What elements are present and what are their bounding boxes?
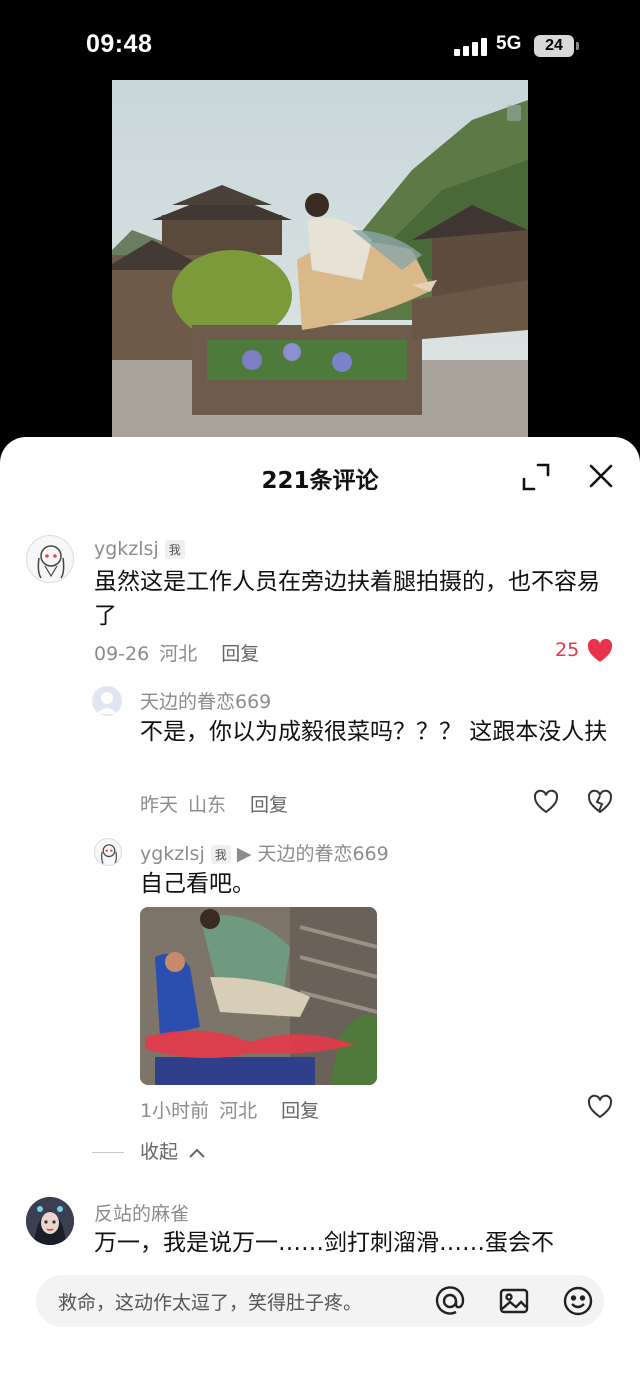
reply-username: ygkzlsj xyxy=(140,843,205,865)
status-time: 09:48 xyxy=(86,30,153,58)
reply-location: 河北 xyxy=(219,1100,258,1122)
avatar-portrait-icon xyxy=(26,1197,74,1245)
reply-attached-image[interactable] xyxy=(140,907,377,1085)
me-tag: 我 xyxy=(164,540,185,559)
reply-username[interactable]: 天边的眷恋669 xyxy=(140,687,271,714)
reply-date: 1小时前 xyxy=(140,1100,210,1122)
username-text: ygkzlsj xyxy=(94,538,159,560)
reply-username-line[interactable]: ygkzlsj 我 ▶ 天边的眷恋669 xyxy=(140,839,389,866)
reply-meta: 1小时前 河北 回复 xyxy=(140,1096,329,1123)
network-type: 5G xyxy=(496,33,522,54)
comment-text: 虽然这是工作人员在旁边扶着腿拍摄的，也不容易了 xyxy=(94,569,600,629)
like-count: 25 xyxy=(555,639,580,661)
close-icon[interactable] xyxy=(586,461,616,491)
reply-location: 山东 xyxy=(188,794,227,816)
reply-text: 不是，你以为成毅很菜吗？？？ 这跟本没人扶 xyxy=(140,719,608,745)
reply-button[interactable]: 回复 xyxy=(221,643,259,665)
comment-text: 万一，我是说万一……剑打刺溜滑……蛋会不 xyxy=(94,1230,554,1256)
status-bar: 09:48 5G 24 xyxy=(0,0,640,80)
battery-icon: 24 xyxy=(534,35,574,57)
comment-input[interactable]: 救命，这动作太逗了，笑得肚子疼。 xyxy=(36,1275,604,1327)
emoji-icon[interactable] xyxy=(562,1285,594,1317)
video-player[interactable] xyxy=(112,80,528,440)
comment-date: 09-26 xyxy=(94,643,150,665)
battery-tip xyxy=(576,42,579,50)
reply-meta: 昨天 山东 回复 xyxy=(140,790,298,817)
avatar[interactable] xyxy=(26,1197,74,1245)
me-tag: 我 xyxy=(210,845,231,864)
reply-photo xyxy=(140,907,377,1085)
heart-broken-icon[interactable] xyxy=(586,789,614,815)
input-placeholder[interactable]: 救命，这动作太逗了，笑得肚子疼。 xyxy=(58,1288,362,1315)
reply-date: 昨天 xyxy=(140,794,179,816)
signal-icon xyxy=(454,38,488,56)
avatar[interactable] xyxy=(92,686,122,716)
at-icon[interactable] xyxy=(434,1285,466,1317)
divider-line xyxy=(92,1152,124,1153)
reply-button[interactable]: 回复 xyxy=(250,794,288,816)
collapse-replies-button[interactable]: 收起 xyxy=(92,1137,206,1164)
reply-button[interactable]: 回复 xyxy=(281,1100,319,1122)
collapse-label: 收起 xyxy=(140,1141,179,1163)
expand-icon[interactable] xyxy=(520,461,552,493)
comment-location: 河北 xyxy=(159,643,198,665)
chevron-up-icon xyxy=(189,1148,205,1158)
avatar[interactable] xyxy=(94,838,122,866)
heart-filled-icon[interactable] xyxy=(586,638,614,664)
heart-outline-icon[interactable] xyxy=(586,1094,614,1120)
reply-text: 自己看吧。 xyxy=(140,871,255,897)
bottom-safe-area xyxy=(0,1357,640,1391)
comment-sheet: 221条评论 ygkzlsj 我 虽然这是工作人员在旁边扶着腿拍摄的，也不容易了 … xyxy=(0,437,640,1391)
avatar-default-icon xyxy=(97,692,117,714)
image-icon[interactable] xyxy=(498,1285,530,1317)
comment-username[interactable]: ygkzlsj 我 xyxy=(94,538,185,560)
heart-outline-icon[interactable] xyxy=(532,789,560,815)
avatar-girl-icon xyxy=(37,545,65,579)
video-frame xyxy=(112,80,528,440)
reply-to-user: ▶ 天边的眷恋669 xyxy=(236,843,389,865)
avatar-girl-icon xyxy=(101,844,117,864)
comment-username[interactable]: 反站的麻雀 xyxy=(94,1199,189,1226)
avatar[interactable] xyxy=(26,535,74,583)
comment-meta: 09-26 河北 回复 xyxy=(94,639,269,666)
